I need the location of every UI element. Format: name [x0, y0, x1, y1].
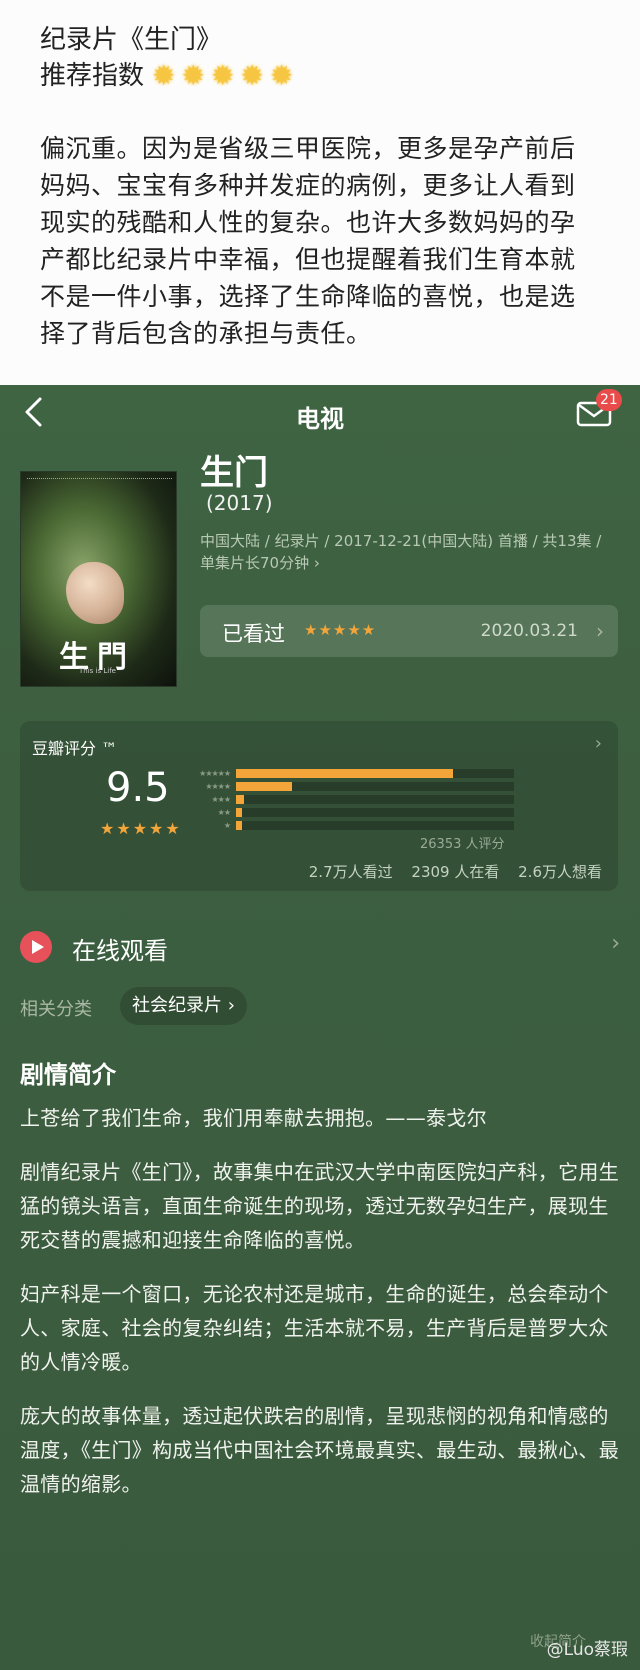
synopsis-paragraph: 庞大的故事体量，透过起伏跌宕的剧情，呈现悲悯的视角和情感的温度，《生门》构成当代… [20, 1404, 619, 1496]
recommend-stars: ✹ ✹ ✹ ✹ ✹ [152, 58, 299, 94]
bar-stars: ★★★★ [205, 782, 231, 791]
star-icon: ✹ [269, 59, 294, 92]
bar-fill [236, 782, 292, 791]
rating-stats: 2.7万人看过 2309 人在看 2.6万人想看 [295, 861, 602, 882]
post-title: 纪录片《生门》 [40, 25, 223, 55]
star-icon: ✹ [240, 59, 264, 92]
bar-track [236, 769, 514, 778]
rating-bar-row: ★★★★ [184, 780, 514, 793]
notification-badge: 21 [596, 389, 622, 411]
rating-bar-row: ★★ [184, 806, 514, 819]
bar-fill [236, 795, 245, 804]
bar-stars: ★ [223, 821, 231, 830]
watching-count: 2309 人在看 [411, 863, 500, 881]
recommend-label: 推荐指数 [40, 61, 145, 91]
douban-app-screen: 电视 21 生門 This is Life 生门 (2017) 中国大陆 / 纪… [0, 385, 640, 1670]
rating-score: 9.5 [106, 765, 170, 811]
watched-date: 2020.03.21 [480, 621, 578, 641]
rating-distribution: ★★★★★ ★★★★ ★★★ ★★ ★ [184, 767, 514, 832]
chevron-right-icon: › [594, 733, 602, 754]
bar-fill [236, 769, 453, 778]
poster-credits [27, 478, 172, 482]
rating-card[interactable]: 豆瓣评分 ™ › 9.5 ★★★★★ ★★★★★ ★★★★ ★★★ ★★ ★ 2… [20, 721, 618, 891]
bar-stars: ★★★★★ [199, 769, 231, 778]
poster-subtitle: This is Life [79, 667, 116, 675]
watched-stars: ★★★★★ [304, 621, 377, 639]
rating-stars: ★★★★★ [100, 819, 182, 838]
synopsis-text: 上苍给了我们生命，我们用奉献去拥抱。——泰戈尔 剧情纪录片《生门》，故事集中在武… [20, 1101, 620, 1521]
star-icon: ✹ [152, 59, 176, 92]
watched-count: 2.7万人看过 [308, 863, 393, 881]
synopsis-paragraph: 妇产科是一个窗口，无论农村还是城市，生命的诞生，总会牵动个人、家庭、社会的复杂纠… [20, 1282, 609, 1374]
play-icon [20, 931, 52, 963]
movie-year: (2017) [206, 491, 273, 515]
bar-track [236, 821, 514, 830]
chevron-right-icon: › [596, 619, 604, 643]
watch-online-row[interactable]: 在线观看 › [20, 929, 620, 969]
weibo-post: 纪录片《生门》 推荐指数 ✹ ✹ ✹ ✹ ✹ 偏沉重。因为是省级三甲医院，更多是… [0, 0, 640, 385]
rating-count: 26353 人评分 [420, 837, 505, 852]
movie-poster[interactable]: 生門 This is Life [20, 471, 177, 687]
synopsis-paragraph: 上苍给了我们生命，我们用奉献去拥抱。——泰戈尔 [20, 1106, 487, 1130]
want-count: 2.6万人想看 [518, 863, 602, 881]
rating-bar-row: ★★★ [184, 793, 514, 806]
synopsis-heading: 剧情简介 [20, 1061, 116, 1089]
category-label: 相关分类 [20, 999, 92, 1020]
category-chip[interactable]: 社会纪录片 › [120, 987, 247, 1025]
movie-title: 生门 [200, 453, 268, 493]
bar-fill [236, 821, 242, 830]
watched-label: 已看过 [222, 622, 285, 646]
synopsis-paragraph: 剧情纪录片《生门》，故事集中在武汉大学中南医院妇产科，它用生猛的镜头语言，直面生… [20, 1160, 619, 1252]
movie-meta[interactable]: 中国大陆 / 纪录片 / 2017-12-21(中国大陆) 首播 / 共13集 … [200, 530, 610, 574]
post-recommend: 推荐指数 ✹ ✹ ✹ ✹ ✹ [40, 58, 299, 94]
rating-bar-row: ★★★★★ [184, 767, 514, 780]
poster-baby-image [66, 562, 124, 624]
bar-fill [236, 808, 242, 817]
chevron-right-icon: › [611, 931, 620, 956]
watch-online-label: 在线观看 [72, 937, 168, 965]
watched-button[interactable]: 已看过 ★★★★★ 2020.03.21 › [200, 605, 618, 657]
star-icon: ✹ [181, 59, 205, 92]
weibo-watermark: @Luo蔡瑕 [546, 1640, 628, 1660]
page-title: 电视 [296, 405, 344, 433]
bar-track [236, 795, 514, 804]
bar-stars: ★★★ [211, 795, 231, 804]
rating-bar-row: ★ [184, 819, 514, 832]
bar-track [236, 782, 514, 791]
post-body: 偏沉重。因为是省级三甲医院，更多是孕产前后妈妈、宝宝有多种并发症的病例，更多让人… [40, 134, 576, 348]
rating-label: 豆瓣评分 ™ [32, 739, 118, 758]
bar-stars: ★★ [217, 808, 231, 817]
star-icon: ✹ [210, 59, 235, 92]
bar-track [236, 808, 514, 817]
